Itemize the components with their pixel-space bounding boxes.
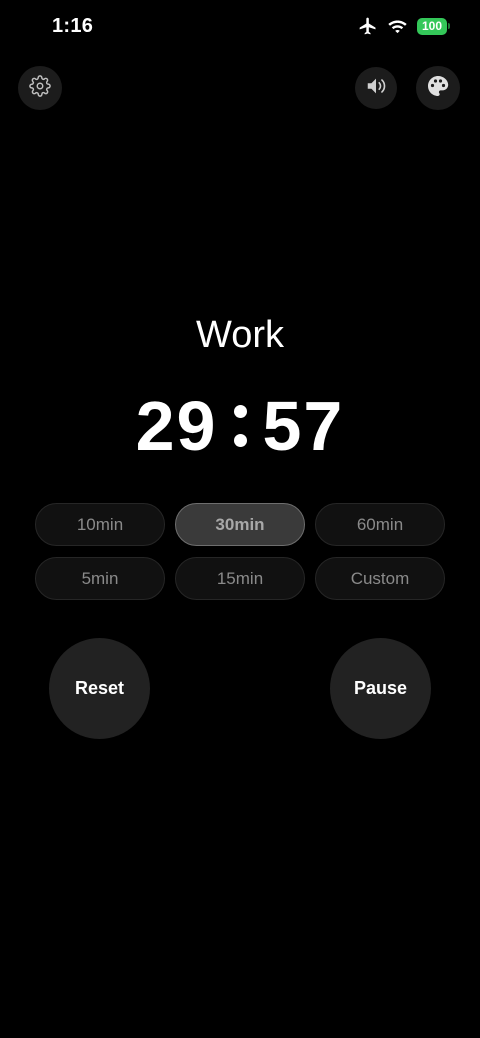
reset-button[interactable]: Reset [49,638,150,739]
speaker-icon [364,75,388,102]
timer-display: 29 57 [0,386,480,466]
preset-custom-button[interactable]: Custom [315,557,445,600]
theme-button[interactable] [416,66,460,110]
timer-colon [233,396,247,456]
settings-button[interactable] [18,66,62,110]
sound-toggle-button[interactable] [355,67,397,109]
airplane-icon [358,16,378,36]
gear-icon [29,74,51,102]
battery-icon: 100 [417,17,450,35]
timer-minutes: 29 [135,387,218,465]
preset-30min-button[interactable]: 30min [175,503,305,546]
duration-presets: 10min 30min 60min 5min 15min Custom [35,503,445,600]
pause-button[interactable]: Pause [330,638,431,739]
preset-60min-button[interactable]: 60min [315,503,445,546]
preset-10min-button[interactable]: 10min [35,503,165,546]
palette-icon [426,74,450,103]
mode-label: Work [196,314,284,356]
status-time: 1:16 [52,15,94,37]
preset-15min-button[interactable]: 15min [175,557,305,600]
preset-5min-button[interactable]: 5min [35,557,165,600]
wifi-icon [388,18,407,34]
status-icons: 100 [358,16,450,36]
status-bar: 1:16 100 [0,0,480,54]
battery-level: 100 [417,17,447,35]
timer-seconds: 57 [262,387,345,465]
